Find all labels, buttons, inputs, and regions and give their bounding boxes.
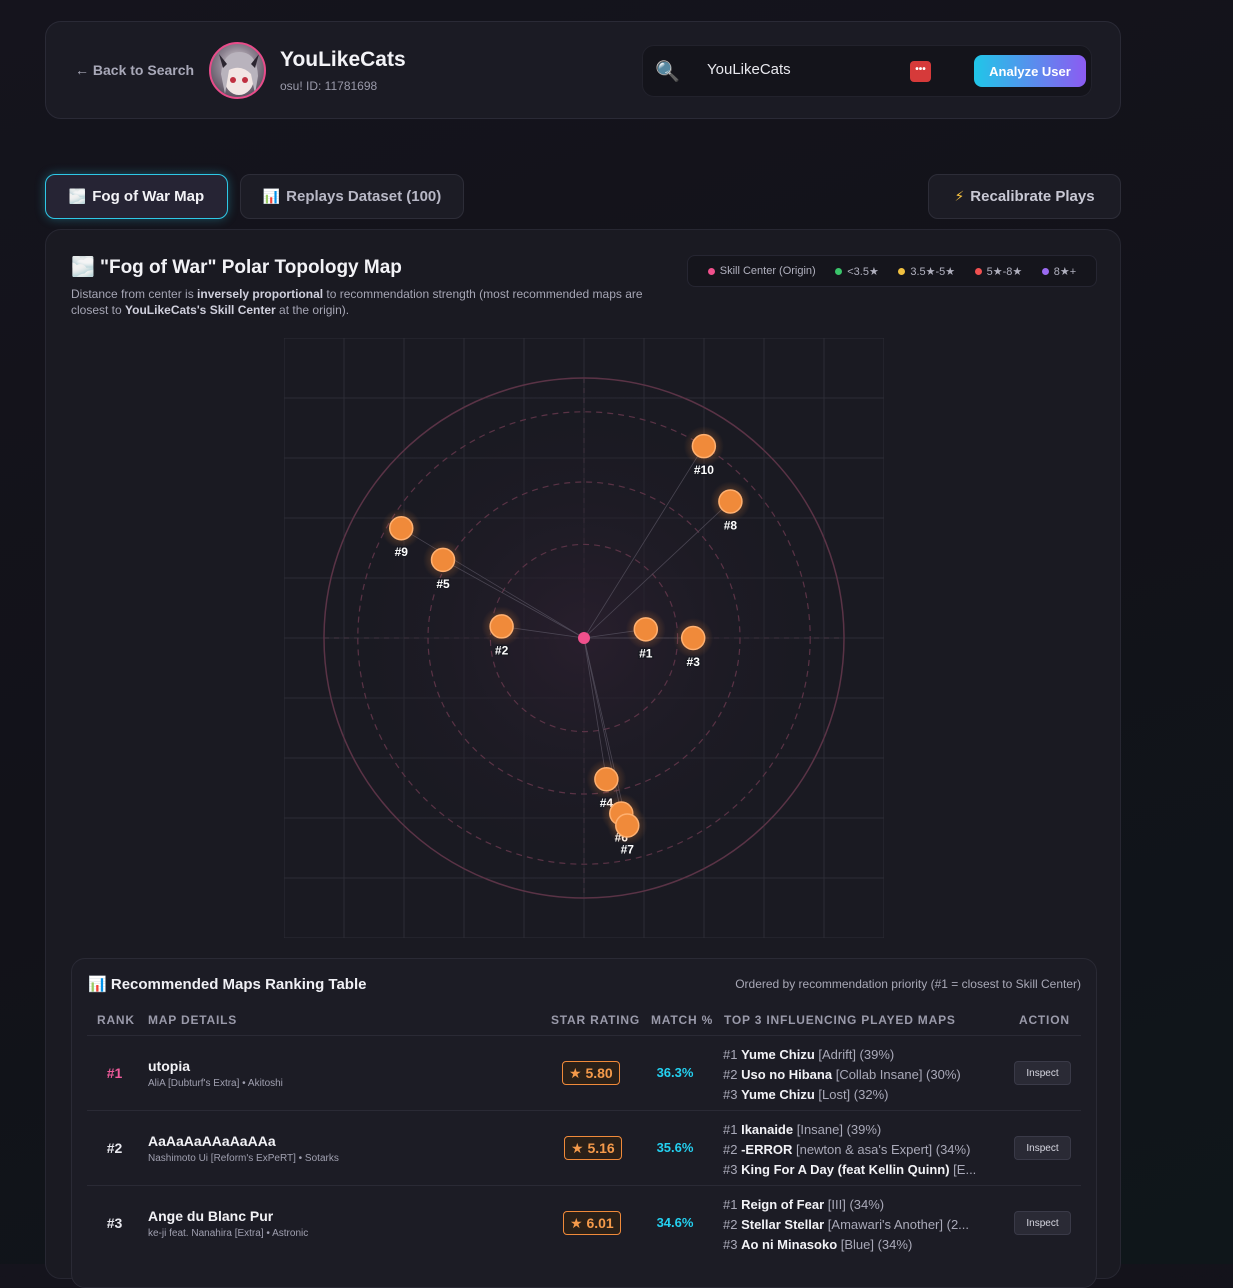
search-icon: 🔍 — [655, 61, 680, 83]
bar-chart-icon: 📊 — [88, 976, 107, 993]
ranking-table: 📊 Recommended Maps Ranking Table Ordered… — [71, 958, 1097, 1288]
rank-value: #3 — [106, 1215, 123, 1231]
node-label: #9 — [395, 545, 409, 559]
rank-value: #1 — [106, 1065, 123, 1081]
table-row[interactable]: #1 utopia AliA [Dubturf's Extra] • Akito… — [87, 1035, 1081, 1110]
fog-icon: 🌫️ — [68, 188, 87, 204]
influencing-maps: #1 Ikanaide [Insane] (39%) #2 -ERROR [ne… — [723, 1120, 993, 1180]
skill-center-node — [578, 632, 590, 644]
password-manager-icon[interactable]: ••• — [910, 61, 931, 82]
map-node[interactable] — [633, 617, 659, 642]
node-label: #8 — [724, 518, 738, 532]
profile-header: ← Back to Search YouLikeCats osu! ID: 11… — [45, 21, 1121, 119]
influence-item: #2 Uso no Hibana [Collab Insane] (30%) — [723, 1067, 961, 1082]
influence-item: #2 -ERROR [newton & asa's Expert] (34%) — [723, 1142, 971, 1157]
map-legend: Skill Center (Origin) <3.5★ 3.5★-5★ 5★-8… — [687, 255, 1097, 287]
lightning-icon: ⚡ — [954, 188, 965, 204]
search-box: 🔍 ••• Analyze User — [642, 45, 1092, 97]
map-node[interactable] — [615, 813, 640, 838]
star-rating-badge: ★ 5.16 — [564, 1136, 622, 1160]
map-subtitle: Nashimoto Ui [Reform's ExPeRT] • Sotarks — [148, 1153, 339, 1164]
header-top3: TOP 3 INFLUENCING PLAYED MAPS — [724, 1013, 956, 1027]
table-row[interactable]: #3 Ange du Blanc Pur ke-ji feat. Nanahir… — [87, 1185, 1081, 1260]
tab-replays-label: Replays Dataset (100) — [286, 188, 442, 205]
node-label: #7 — [621, 842, 635, 856]
match-percent: 35.6% — [656, 1140, 694, 1155]
legend-item-8-plus: 8★+ — [1041, 265, 1076, 278]
legend-item-under-3-5: <3.5★ — [835, 265, 879, 278]
back-to-search-link[interactable]: ← Back to Search — [75, 62, 194, 78]
influence-item: #1 Ikanaide [Insane] (39%) — [723, 1122, 882, 1137]
polar-topology-map[interactable]: #1#2#3#4#5#6#7#8#9#10 — [284, 338, 884, 938]
map-title: utopia — [148, 1058, 190, 1074]
map-subtitle: ke-ji feat. Nanahira [Extra] • Astronic — [148, 1228, 309, 1239]
bar-chart-icon: 📊 — [262, 188, 281, 204]
tab-replays-dataset[interactable]: 📊 Replays Dataset (100) — [240, 174, 464, 219]
header-action: ACTION — [1019, 1013, 1070, 1027]
recalibrate-plays-button[interactable]: ⚡ Recalibrate Plays — [928, 174, 1121, 219]
influence-item: #1 Yume Chizu [Adrift] (39%) — [723, 1047, 895, 1062]
legend-item-skill-center: Skill Center (Origin) — [707, 265, 816, 277]
map-title: 🌫️ "Fog of War" Polar Topology Map — [71, 257, 402, 278]
inspect-button[interactable]: Inspect — [1014, 1061, 1071, 1085]
node-label: #3 — [687, 655, 701, 669]
influence-item: #3 Yume Chizu [Lost] (32%) — [723, 1087, 889, 1102]
inspect-button[interactable]: Inspect — [1014, 1211, 1071, 1235]
map-node[interactable] — [718, 489, 743, 514]
node-label: #2 — [495, 643, 509, 657]
header-rank: RANK — [97, 1013, 135, 1027]
map-node[interactable] — [389, 515, 414, 541]
influence-item: #3 King For A Day (feat Kellin Quinn) [E… — [723, 1162, 977, 1177]
fog-map-panel: 🌫️ "Fog of War" Polar Topology Map Dista… — [45, 229, 1121, 1288]
table-row[interactable]: #2 AaAaAaAAaAaAAa Nashimoto Ui [Reform's… — [87, 1110, 1081, 1185]
map-node[interactable] — [489, 614, 514, 639]
user-name: YouLikeCats — [280, 48, 406, 71]
influencing-maps: #1 Yume Chizu [Adrift] (39%) #2 Uso no H… — [723, 1045, 993, 1105]
star-rating-badge: ★ 6.01 — [563, 1211, 621, 1235]
tab-fog-of-war-map[interactable]: 🌫️ Fog of War Map — [45, 174, 228, 219]
map-node[interactable] — [680, 625, 706, 651]
map-title: AaAaAaAAaAaAAa — [148, 1133, 276, 1149]
influencing-maps: #1 Reign of Fear [III] (34%) #2 Stellar … — [723, 1195, 993, 1255]
map-description: Distance from center is inversely propor… — [71, 287, 643, 317]
analyze-user-button[interactable]: Analyze User — [974, 55, 1086, 87]
node-label: #5 — [436, 577, 450, 591]
user-id: osu! ID: 11781698 — [280, 79, 378, 93]
map-node[interactable] — [691, 433, 717, 459]
influence-item: #1 Reign of Fear [III] (34%) — [723, 1197, 885, 1212]
fog-icon: 🌫️ — [71, 257, 95, 278]
map-node[interactable] — [430, 547, 456, 573]
avatar — [209, 42, 266, 99]
legend-item-5-to-8: 5★-8★ — [974, 265, 1022, 278]
header-star-rating: STAR RATING — [551, 1013, 641, 1027]
inspect-button[interactable]: Inspect — [1014, 1136, 1071, 1160]
header-match: MATCH % — [651, 1013, 714, 1027]
header-map-details: MAP DETAILS — [148, 1013, 238, 1027]
map-title: Ange du Blanc Pur — [148, 1208, 274, 1224]
map-node[interactable] — [594, 766, 619, 792]
match-percent: 34.6% — [656, 1215, 694, 1230]
legend-item-3-5-to-5: 3.5★-5★ — [898, 265, 955, 278]
influence-item: #3 Ao ni Minasoko [Blue] (34%) — [723, 1237, 913, 1252]
recalibrate-label: Recalibrate Plays — [970, 188, 1095, 205]
map-subtitle: AliA [Dubturf's Extra] • Akitoshi — [148, 1078, 283, 1089]
table-title: 📊 Recommended Maps Ranking Table — [88, 976, 367, 993]
star-rating-badge: ★ 5.80 — [562, 1061, 620, 1085]
search-input[interactable] — [707, 61, 897, 78]
rank-value: #2 — [106, 1140, 123, 1156]
node-label: #10 — [694, 463, 714, 477]
influence-item: #2 Stellar Stellar [Amawari's Another] (… — [723, 1217, 970, 1232]
table-note: Ordered by recommendation priority (#1 =… — [735, 977, 1081, 991]
match-percent: 36.3% — [656, 1065, 694, 1080]
node-label: #1 — [639, 646, 653, 660]
tab-fog-label: Fog of War Map — [92, 188, 205, 205]
